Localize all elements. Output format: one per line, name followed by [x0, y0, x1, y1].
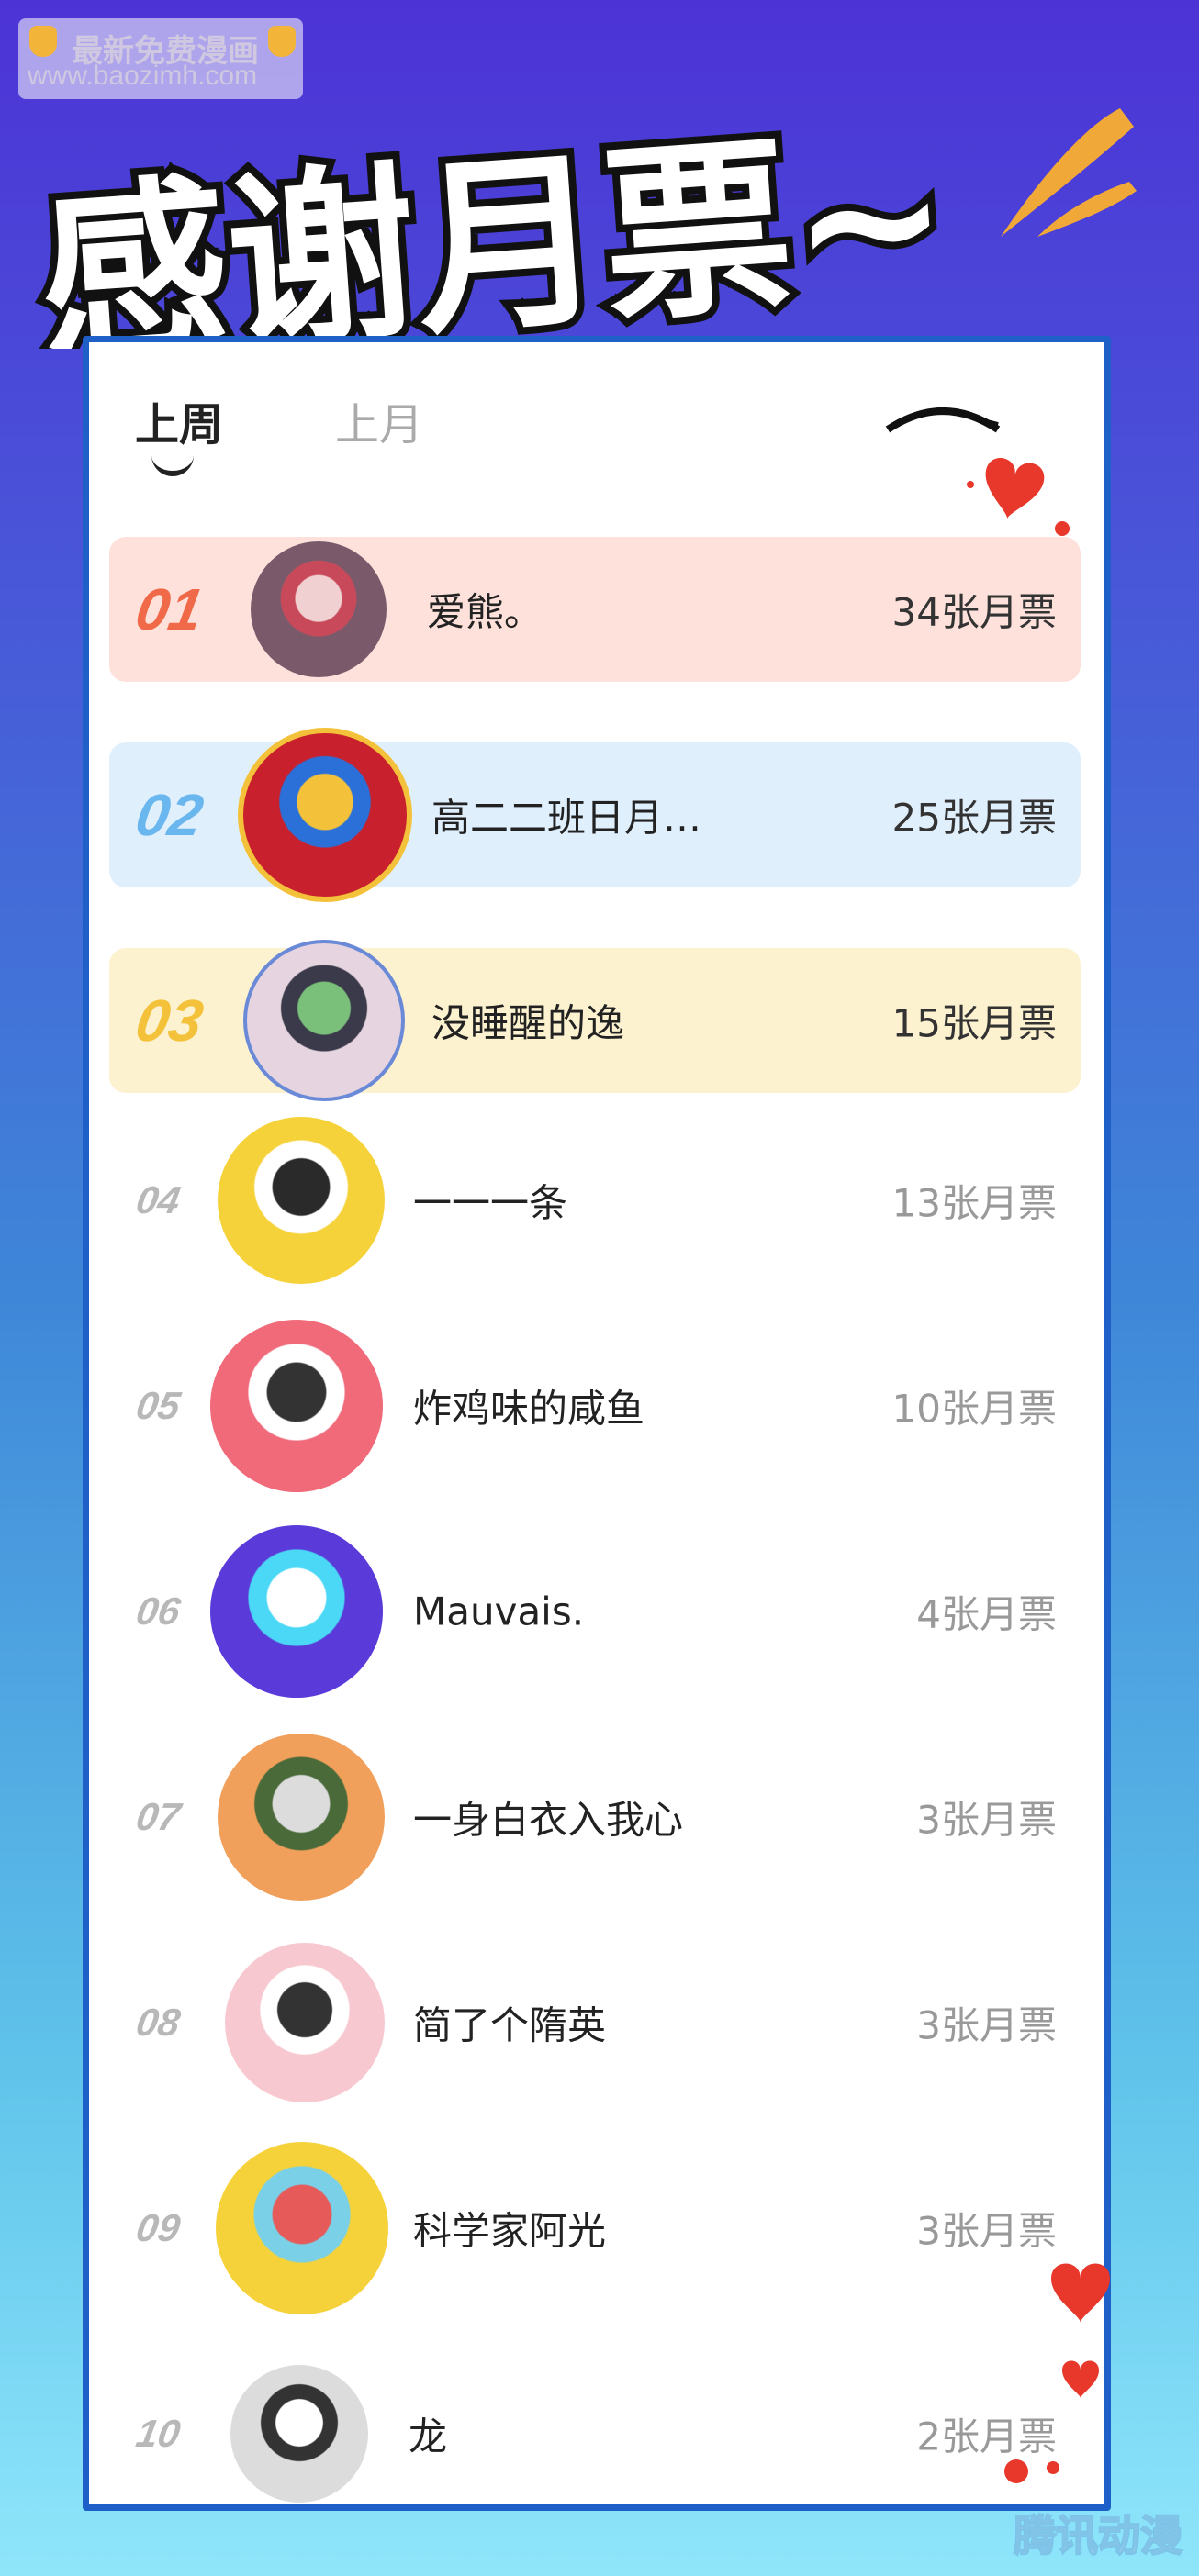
ticket-count: 25张月票 [891, 795, 1057, 841]
rank-number: 02 [130, 782, 208, 848]
brush-swoosh-icon [1001, 108, 1137, 237]
avatar-pig-icon[interactable] [225, 1943, 385, 2102]
rank-number: 06 [132, 1589, 184, 1633]
user-name: 一身白衣入我心 [413, 1797, 684, 1843]
user-name: 科学家阿光 [413, 2208, 607, 2254]
ranking-row[interactable]: 06 Mauvais. 4张月票 [109, 1525, 1081, 1698]
user-name: 炸鸡味的咸鱼 [413, 1386, 645, 1432]
ranking-row[interactable]: 08 简了个隋英 3张月票 [109, 1943, 1081, 2102]
ranking-row[interactable]: 01 爱熊。 34张月票 [109, 537, 1081, 682]
avatar-girl-red-icon[interactable] [251, 541, 387, 677]
avatar-lemon-cartoon-icon[interactable] [218, 1117, 385, 1284]
ticket-count: 2张月票 [916, 2414, 1057, 2459]
active-tab-indicator [151, 451, 194, 476]
ranking-card: 上周 上月 01 爱熊。 34张月票 02 高二二班日月… 25张月票 03 没睡醒的逸 15张… [83, 336, 1111, 2511]
avatar-pikachu-icon[interactable] [216, 2142, 388, 2314]
watermark-line2: www.baozimh.com [28, 61, 258, 91]
user-name: 龙 [409, 2414, 448, 2459]
rank-number: 04 [132, 1178, 184, 1221]
avatar-girl-flowers-icon[interactable] [243, 940, 405, 1101]
ranking-row[interactable]: 07 一身白衣入我心 3张月票 [109, 1734, 1081, 1901]
user-name: Mauvais. [413, 1589, 585, 1634]
banner-title-text: 感谢月票~ [33, 106, 957, 349]
user-name: 高二二班日月… [431, 795, 702, 841]
rank-number: 09 [132, 2206, 184, 2249]
rank-number: 01 [130, 576, 208, 642]
ticket-count: 3张月票 [916, 1797, 1057, 1843]
rank-number: 10 [132, 2412, 184, 2455]
pointing-hand-icon [29, 26, 57, 57]
user-name: 爱熊。 [427, 589, 543, 635]
user-name: 没睡醒的逸 [431, 1000, 625, 1046]
tab-last-month[interactable]: 上月 [335, 388, 423, 452]
ticket-count: 10张月票 [891, 1386, 1057, 1432]
rank-number: 05 [132, 1384, 184, 1427]
avatar-game-hero-icon[interactable] [238, 728, 412, 902]
tab-last-week[interactable]: 上周 [135, 388, 223, 452]
ranking-row[interactable]: 04 一一一条 13张月票 [109, 1117, 1081, 1284]
pointing-hand-icon [268, 26, 296, 57]
ticket-count: 15张月票 [891, 1000, 1057, 1046]
ticket-count: 13张月票 [891, 1180, 1057, 1226]
heart-icon [885, 407, 1070, 536]
period-tabs: 上周 上月 [135, 388, 686, 480]
ranking-row[interactable]: 03 没睡醒的逸 15张月票 [109, 940, 1081, 1101]
avatar-headphones-icon[interactable] [210, 1525, 383, 1698]
rank-number: 08 [132, 2001, 184, 2044]
avatar-cool-boy-icon[interactable] [210, 1320, 383, 1492]
ranking-row[interactable]: 09 科学家阿光 3张月票 [109, 2142, 1081, 2314]
ticket-count: 3张月票 [916, 2208, 1057, 2254]
footer-watermark: 腾讯动漫 [1013, 2510, 1183, 2561]
banner-title: 感谢月票~ [26, 99, 993, 396]
user-name: 简了个隋英 [413, 2002, 607, 2048]
ranking-row[interactable]: 02 高二二班日月… 25张月票 [109, 728, 1081, 902]
ranking-row[interactable]: 05 炸鸡味的咸鱼 10张月票 [109, 1320, 1081, 1492]
avatar-anime-boy-icon[interactable] [218, 1734, 385, 1901]
rank-number: 03 [130, 987, 208, 1054]
site-watermark: 最新免费漫画 www.baozimh.com [18, 18, 303, 99]
rank-number: 07 [132, 1795, 184, 1838]
avatar-boy-white-hair-icon[interactable] [230, 2365, 368, 2503]
ticket-count: 3张月票 [916, 2002, 1057, 2048]
ticket-count: 4张月票 [916, 1591, 1057, 1637]
user-name: 一一一条 [413, 1180, 568, 1226]
ranking-row[interactable]: 10 龙 2张月票 [109, 2361, 1081, 2506]
ticket-count: 34张月票 [891, 589, 1057, 635]
